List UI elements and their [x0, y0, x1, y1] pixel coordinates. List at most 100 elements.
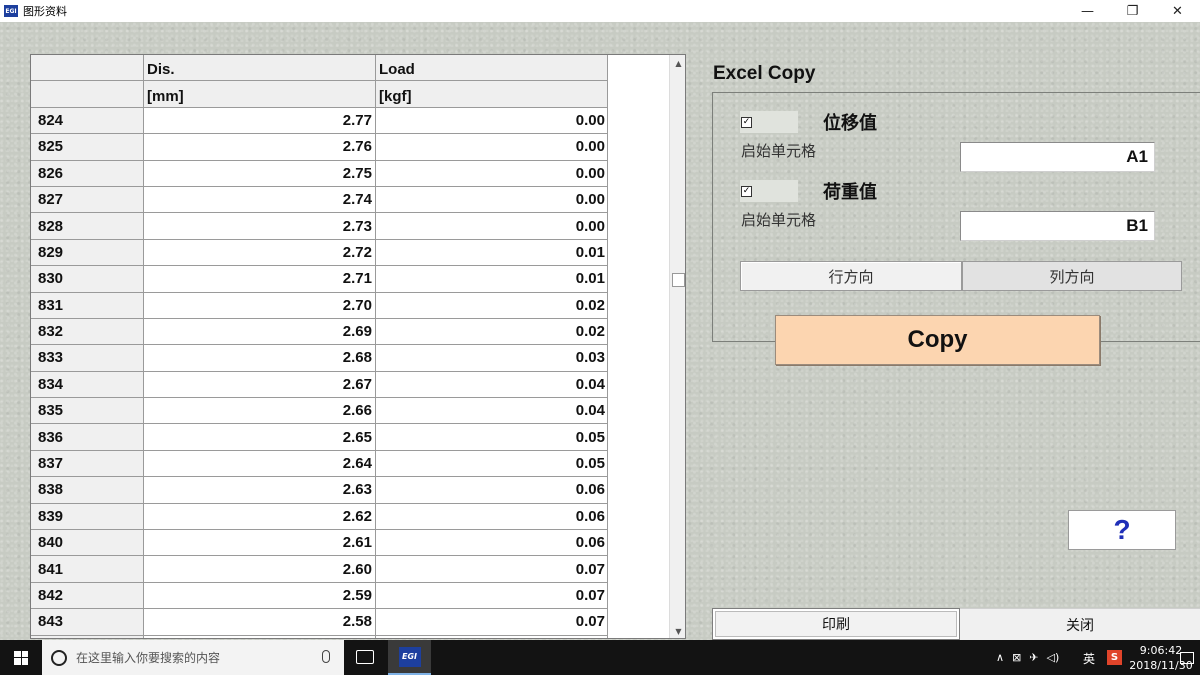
load-value-cell: 0.07 — [376, 582, 608, 610]
row-index-cell: 837 — [31, 450, 144, 478]
scroll-up-arrow-icon[interactable]: ▲ — [670, 55, 685, 72]
load-value-cell: 0.04 — [376, 371, 608, 399]
table-scrollbar[interactable]: ▲ ▼ — [669, 55, 685, 638]
volume-icon[interactable]: ◁) — [1047, 651, 1060, 664]
app-icon: EGI — [4, 5, 18, 17]
bluetooth-icon[interactable]: ✈ — [1029, 651, 1038, 664]
close-button[interactable]: 关闭 — [960, 608, 1200, 640]
table-row[interactable]: 841 2.60 0.07 — [31, 556, 609, 583]
row-index-cell: 824 — [31, 107, 144, 135]
row-index-cell: 838 — [31, 477, 144, 504]
dis-value-cell: 2.59 — [144, 582, 376, 610]
sogou-input-icon[interactable]: S — [1107, 650, 1122, 665]
column-header-load: Load — [376, 55, 608, 82]
row-direction-button[interactable]: 行方向 — [740, 261, 962, 291]
dis-value-cell: 2.58 — [144, 609, 376, 636]
search-placeholder: 在这里输入你要搜索的内容 — [76, 651, 221, 665]
table-row[interactable]: 824 2.77 0.00 — [31, 107, 609, 135]
row-index-cell: 825 — [31, 134, 144, 161]
load-value-cell: 0.02 — [376, 292, 608, 319]
dis-value-cell: 2.63 — [144, 477, 376, 504]
table-row[interactable]: 833 2.68 0.03 — [31, 345, 609, 372]
table-row[interactable]: 838 2.63 0.06 — [31, 477, 609, 504]
row-index-cell: 839 — [31, 503, 144, 531]
row-index-cell: 828 — [31, 213, 144, 240]
table-row[interactable]: 835 2.66 0.04 — [31, 398, 609, 425]
load-checkbox[interactable]: ✓ — [740, 180, 798, 202]
checkmark-icon: ✓ — [741, 116, 752, 128]
row-index-cell: 842 — [31, 582, 144, 610]
table-row[interactable]: 837 2.64 0.05 — [31, 450, 609, 478]
dis-value-cell: 2.76 — [144, 134, 376, 161]
load-value-cell: 0.06 — [376, 503, 608, 531]
dis-value-cell: 2.64 — [144, 450, 376, 478]
data-grid: Dis. Load [mm] [kgf] 824 2.77 0.00 825 2.76 0… — [31, 55, 609, 638]
load-value-cell: 0.00 — [376, 186, 608, 214]
table-row[interactable]: 8442.570.08 — [31, 635, 609, 638]
unit-header-dis: [mm] — [144, 81, 376, 108]
taskbar: 在这里输入你要搜索的内容 EGI ∧ ⊠ ✈ ◁) 英 S 9:06:42 20… — [0, 640, 1200, 675]
taskbar-search-box[interactable]: 在这里输入你要搜索的内容 — [42, 640, 344, 675]
displacement-start-cell-input[interactable] — [960, 142, 1155, 172]
table-row[interactable]: 840 2.61 0.06 — [31, 530, 609, 557]
tray-chevron-icon[interactable]: ∧ — [996, 651, 1004, 664]
table-row[interactable]: 827 2.74 0.00 — [31, 186, 609, 214]
load-value-cell: 0.01 — [376, 266, 608, 293]
dis-value-cell: 2.60 — [144, 556, 376, 583]
load-value-cell: 0.01 — [376, 239, 608, 267]
dis-value-cell: 2.77 — [144, 107, 376, 135]
table-row[interactable]: 830 2.71 0.01 — [31, 266, 609, 293]
dis-value-cell: 2.73 — [144, 213, 376, 240]
displacement-label: 位移值 — [823, 113, 877, 134]
row-index-cell: 841 — [31, 556, 144, 583]
table-row[interactable]: 832 2.69 0.02 — [31, 318, 609, 346]
ime-indicator[interactable]: 英 — [1083, 650, 1095, 667]
start-button[interactable] — [0, 640, 42, 675]
table-row[interactable]: 843 2.58 0.07 — [31, 609, 609, 636]
table-row[interactable]: 831 2.70 0.02 — [31, 292, 609, 319]
close-window-button[interactable]: ✕ — [1155, 0, 1200, 22]
microphone-icon[interactable] — [322, 650, 330, 663]
windows-logo-icon — [14, 650, 28, 665]
scroll-down-arrow-icon[interactable]: ▼ — [670, 623, 685, 638]
dis-value-cell: 2.65 — [144, 424, 376, 451]
displacement-checkbox[interactable]: ✓ — [740, 111, 798, 133]
scroll-thumb[interactable] — [672, 273, 685, 287]
window-titlebar: EGI 图形资料 — ❐ ✕ — [0, 0, 1200, 22]
minimize-button[interactable]: — — [1065, 0, 1110, 22]
load-value-cell: 0.07 — [376, 609, 608, 636]
table-row[interactable]: 836 2.65 0.05 — [31, 424, 609, 451]
row-index-cell: 834 — [31, 371, 144, 399]
dis-value-cell: 2.74 — [144, 186, 376, 214]
load-value-cell: 0.03 — [376, 345, 608, 372]
network-icon[interactable]: ⊠ — [1012, 651, 1021, 664]
table-row[interactable]: 828 2.73 0.00 — [31, 213, 609, 240]
table-row[interactable]: 829 2.72 0.01 — [31, 239, 609, 267]
table-row[interactable]: 834 2.67 0.04 — [31, 371, 609, 399]
load-start-cell-input[interactable] — [960, 211, 1155, 241]
load-value-cell: 0.08 — [376, 635, 608, 638]
notification-icon[interactable] — [1180, 652, 1194, 664]
header-row-units: [mm] [kgf] — [31, 81, 609, 108]
row-index-cell: 831 — [31, 292, 144, 319]
table-row[interactable]: 825 2.76 0.00 — [31, 134, 609, 161]
taskbar-app-egi[interactable]: EGI — [388, 640, 431, 675]
task-view-icon[interactable] — [356, 650, 374, 664]
help-button[interactable]: ? — [1068, 510, 1176, 550]
load-value-cell: 0.00 — [376, 107, 608, 135]
data-table: Dis. Load [mm] [kgf] 824 2.77 0.00 825 2.76 0… — [30, 54, 686, 639]
load-value-cell: 0.05 — [376, 450, 608, 478]
table-row[interactable]: 826 2.75 0.00 — [31, 160, 609, 187]
restore-button[interactable]: ❐ — [1110, 0, 1155, 22]
print-button[interactable]: 印刷 — [712, 608, 960, 640]
row-index-cell: 829 — [31, 239, 144, 267]
checkmark-icon: ✓ — [741, 185, 752, 197]
table-row[interactable]: 842 2.59 0.07 — [31, 582, 609, 610]
header-row-names: Dis. Load — [31, 55, 609, 82]
excel-copy-title: Excel Copy — [713, 63, 816, 84]
column-direction-button[interactable]: 列方向 — [962, 261, 1182, 291]
copy-button[interactable]: Copy — [775, 315, 1100, 365]
table-row[interactable]: 839 2.62 0.06 — [31, 503, 609, 531]
dis-value-cell: 2.72 — [144, 239, 376, 267]
row-index-cell: 832 — [31, 318, 144, 346]
